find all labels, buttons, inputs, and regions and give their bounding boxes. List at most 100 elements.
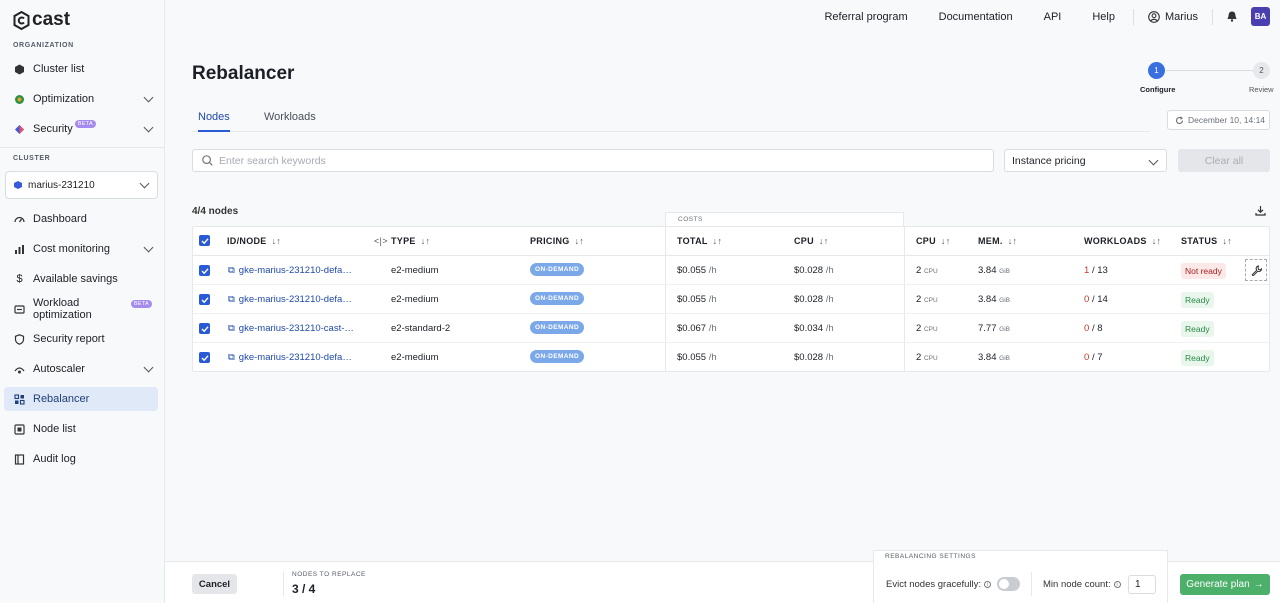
status-badge: Ready xyxy=(1181,321,1214,337)
sort-icon[interactable]: ↓↑ xyxy=(575,236,585,246)
api-link[interactable]: API xyxy=(1044,11,1062,23)
column-header-cpu-cost[interactable]: CPU ↓↑ xyxy=(794,236,829,246)
node-count: 4/4 nodes xyxy=(192,206,239,217)
footer-divider xyxy=(1031,572,1032,596)
table-row[interactable]: ⧉gke-marius-231210-default-pool e2-mediu… xyxy=(193,256,1269,285)
row-checkbox[interactable] xyxy=(199,323,210,334)
sort-icon[interactable]: ↓↑ xyxy=(819,236,829,246)
copy-icon[interactable]: ⧉ xyxy=(228,294,235,305)
sidebar-item-security[interactable]: Security BETA xyxy=(4,117,158,141)
info-icon[interactable]: i xyxy=(1113,581,1121,588)
cast-logo[interactable]: cast xyxy=(13,9,70,31)
sort-icon[interactable]: ↓↑ xyxy=(713,236,723,246)
sort-icon[interactable]: ↓↑ xyxy=(421,236,431,246)
sidebar: cast ORGANIZATION Cluster list Optimizat… xyxy=(0,0,165,603)
cancel-button[interactable]: Cancel xyxy=(192,574,237,594)
avatar[interactable]: BA xyxy=(1251,7,1270,26)
sidebar-item-cluster-list[interactable]: Cluster list xyxy=(4,57,158,81)
sidebar-item-label: Available savings xyxy=(33,273,118,285)
column-header-id[interactable]: ID/NODE ↓↑ xyxy=(227,236,281,246)
sidebar-item-label: Dashboard xyxy=(33,213,87,225)
node-id-link[interactable]: ⧉gke-marius-231210-default-pool xyxy=(228,294,356,305)
sidebar-item-audit-log[interactable]: Audit log xyxy=(4,447,158,471)
sidebar-item-label: Optimization xyxy=(33,93,95,105)
documentation-link[interactable]: Documentation xyxy=(939,11,1013,23)
min-node-count-label: Min node count: i xyxy=(1043,579,1121,590)
cpu-cost: $0.028 /h xyxy=(794,294,834,305)
column-resize-icon[interactable]: <|> xyxy=(374,236,388,246)
workloads-count: 0 / 14 xyxy=(1084,294,1108,305)
cluster-select[interactable]: marius-231210 xyxy=(5,171,158,199)
beta-badge: BETA xyxy=(74,120,96,128)
search-box[interactable] xyxy=(192,149,994,172)
column-header-type[interactable]: TYPE ↓↑ xyxy=(391,236,430,246)
sidebar-item-dashboard[interactable]: Dashboard xyxy=(4,207,158,231)
info-icon[interactable]: i xyxy=(984,581,992,588)
sidebar-item-security-report[interactable]: Security report xyxy=(4,327,158,351)
referral-program-link[interactable]: Referral program xyxy=(824,11,907,23)
pricing-badge: ON-DEMAND xyxy=(530,350,585,363)
sidebar-item-autoscaler[interactable]: Autoscaler xyxy=(4,357,158,381)
column-header-pricing[interactable]: PRICING ↓↑ xyxy=(530,236,584,246)
sidebar-item-available-savings[interactable]: $ Available savings xyxy=(4,267,158,291)
page-title: Rebalancer xyxy=(192,63,295,84)
copy-icon[interactable]: ⧉ xyxy=(228,323,235,334)
refresh-date: December 10, 14:14 xyxy=(1188,115,1266,125)
sort-icon[interactable]: ↓↑ xyxy=(272,236,282,246)
row-checkbox[interactable] xyxy=(199,294,210,305)
column-header-cpu[interactable]: CPU ↓↑ xyxy=(916,236,951,246)
column-header-total[interactable]: TOTAL ↓↑ xyxy=(677,236,722,246)
sidebar-item-rebalancer[interactable]: Rebalancer xyxy=(4,387,158,411)
memory: 3.84 GiB xyxy=(978,294,1010,305)
node-id-link[interactable]: ⧉ gke-marius-231210-cast-pool xyxy=(228,323,356,334)
sidebar-item-label: Security xyxy=(33,123,73,135)
status-badge: Not ready xyxy=(1181,263,1226,279)
column-header-mem[interactable]: MEM. ↓↑ xyxy=(978,236,1017,246)
sort-icon[interactable]: ↓↑ xyxy=(1152,236,1162,246)
refresh-button[interactable]: December 10, 14:14 xyxy=(1167,110,1270,130)
sidebar-item-cost-monitoring[interactable]: Cost monitoring xyxy=(4,237,158,261)
copy-icon[interactable]: ⧉ xyxy=(228,352,235,363)
tab-workloads[interactable]: Workloads xyxy=(264,111,316,130)
step-1-label: Configure xyxy=(1140,85,1176,94)
copy-icon[interactable]: ⧉ xyxy=(228,265,235,276)
wrench-icon[interactable] xyxy=(1245,259,1267,281)
table-row[interactable]: ⧉gke-marius-231210-default-pool e2-mediu… xyxy=(193,285,1269,314)
download-icon[interactable] xyxy=(1255,205,1266,216)
beta-badge: BETA xyxy=(130,300,152,308)
chevron-down-icon xyxy=(143,362,154,373)
help-link[interactable]: Help xyxy=(1092,11,1115,23)
sidebar-item-workload-optimization[interactable]: Workload optimization BETA xyxy=(4,297,158,321)
table-row[interactable]: ⧉gke-marius-231210-default-pool e2-mediu… xyxy=(193,343,1269,372)
chevron-down-icon xyxy=(1148,155,1159,166)
node-id-link[interactable]: ⧉gke-marius-231210-default-pool xyxy=(228,352,356,363)
sort-icon[interactable]: ↓↑ xyxy=(1008,236,1018,246)
clear-all-button[interactable]: Clear all xyxy=(1178,149,1270,172)
node-id-link[interactable]: ⧉gke-marius-231210-default-pool xyxy=(228,265,356,276)
column-header-status[interactable]: STATUS ↓↑ xyxy=(1181,236,1232,246)
row-checkbox[interactable] xyxy=(199,265,210,276)
total-cost: $0.055 /h xyxy=(677,352,717,363)
nodes-table: ID/NODE ↓↑ <|> TYPE ↓↑ PRICING ↓↑ TOTAL ↓↑ C… xyxy=(192,226,1270,372)
column-header-workloads[interactable]: WORKLOADS ↓↑ xyxy=(1084,236,1161,246)
row-checkbox[interactable] xyxy=(199,352,210,363)
step-2-label: Review xyxy=(1249,85,1274,94)
sidebar-item-node-list[interactable]: Node list xyxy=(4,417,158,441)
pricing-select[interactable]: Instance pricing xyxy=(1004,149,1167,172)
sort-icon[interactable]: ↓↑ xyxy=(941,236,951,246)
sidebar-item-label: Autoscaler xyxy=(33,363,85,375)
sort-icon[interactable]: ↓↑ xyxy=(1222,236,1232,246)
user-menu[interactable]: Marius xyxy=(1148,11,1198,23)
table-header: ID/NODE ↓↑ <|> TYPE ↓↑ PRICING ↓↑ TOTAL ↓↑ C… xyxy=(193,227,1269,256)
sidebar-item-optimization[interactable]: Optimization xyxy=(4,87,158,111)
evict-gracefully-toggle[interactable] xyxy=(997,577,1020,591)
min-node-count-input[interactable]: 1 xyxy=(1128,575,1156,594)
search-input[interactable] xyxy=(219,154,959,167)
select-all-checkbox[interactable] xyxy=(199,235,210,246)
sidebar-item-label: Workload optimization xyxy=(33,297,92,321)
generate-plan-button[interactable]: Generate plan → xyxy=(1180,574,1270,595)
search-icon xyxy=(202,155,213,166)
table-row[interactable]: ⧉ gke-marius-231210-cast-pool e2-standard… xyxy=(193,314,1269,343)
tab-nodes[interactable]: Nodes xyxy=(198,111,230,132)
bell-icon[interactable] xyxy=(1227,11,1237,22)
